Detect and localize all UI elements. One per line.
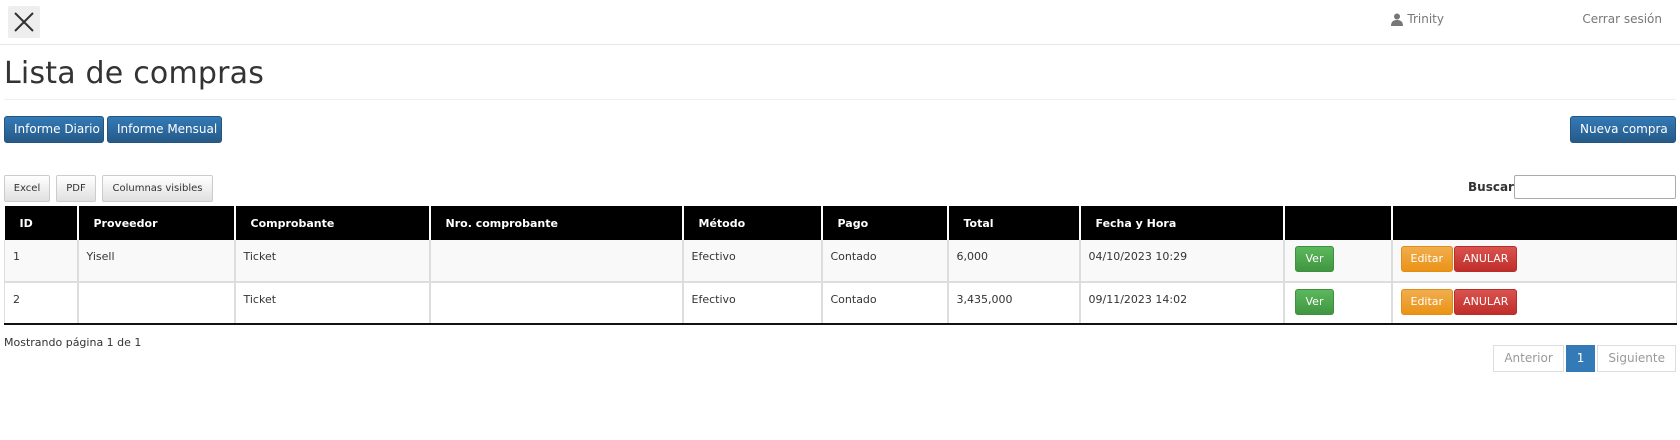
cell-proveedor	[77, 282, 236, 325]
daily-report-button[interactable]: Informe Diario	[4, 116, 104, 143]
purchases-table: ID Proveedor Comprobante Nro. comprobant…	[4, 206, 1677, 325]
cell-acciones: Editar ANULAR	[1391, 240, 1677, 283]
cell-fecha-hora: 04/10/2023 10:29	[1079, 240, 1285, 283]
column-header-nro-comprobante[interactable]: Nro. comprobante	[429, 206, 684, 240]
cell-id: 2	[4, 282, 79, 325]
column-header-ver	[1283, 206, 1393, 240]
table-row: 1 Yisell Ticket Efectivo Contado 6,000 0…	[4, 240, 1677, 283]
title-divider	[4, 99, 1676, 100]
view-button[interactable]: Ver	[1294, 246, 1335, 272]
cell-id: 1	[4, 240, 79, 283]
column-header-fecha-hora[interactable]: Fecha y Hora	[1079, 206, 1285, 240]
new-purchase-button[interactable]: Nueva compra	[1570, 116, 1676, 143]
cell-acciones: Editar ANULAR	[1391, 282, 1677, 325]
edit-button[interactable]: Editar	[1400, 246, 1454, 272]
search-input[interactable]	[1514, 175, 1676, 199]
column-header-comprobante[interactable]: Comprobante	[234, 206, 431, 240]
user-menu[interactable]: Trinity	[1391, 12, 1444, 26]
monthly-report-button[interactable]: Informe Mensual	[107, 116, 222, 143]
column-header-total[interactable]: Total	[947, 206, 1081, 240]
cell-proveedor: Yisell	[77, 240, 236, 283]
column-header-acciones	[1391, 206, 1677, 240]
page-title: Lista de compras	[4, 56, 265, 91]
export-excel-button[interactable]: Excel	[4, 175, 50, 202]
top-navbar: Trinity Cerrar sesión	[0, 0, 1680, 45]
close-icon	[14, 12, 34, 32]
cell-pago: Contado	[821, 282, 949, 325]
cell-comprobante: Ticket	[234, 240, 431, 283]
cell-pago: Contado	[821, 240, 949, 283]
visible-columns-button[interactable]: Columnas visibles	[102, 175, 213, 202]
edit-button[interactable]: Editar	[1400, 289, 1454, 315]
cell-ver: Ver	[1283, 240, 1393, 283]
next-page-button[interactable]: Siguiente	[1597, 345, 1676, 372]
cell-nro-comprobante	[429, 282, 684, 325]
cell-ver: Ver	[1283, 282, 1393, 325]
search-label: Buscar	[1468, 180, 1514, 194]
cell-total: 6,000	[947, 240, 1081, 283]
export-pdf-button[interactable]: PDF	[56, 175, 96, 202]
cell-fecha-hora: 09/11/2023 14:02	[1079, 282, 1285, 325]
previous-page-button[interactable]: Anterior	[1493, 345, 1564, 372]
cancel-purchase-button[interactable]: ANULAR	[1454, 289, 1518, 315]
pagination: Anterior 1 Siguiente	[1493, 345, 1676, 372]
cell-metodo: Efectivo	[682, 282, 823, 325]
cell-metodo: Efectivo	[682, 240, 823, 283]
table-row: 2 Ticket Efectivo Contado 3,435,000 09/1…	[4, 282, 1677, 325]
user-name: Trinity	[1407, 12, 1444, 26]
close-button[interactable]	[8, 6, 40, 38]
cell-total: 3,435,000	[947, 282, 1081, 325]
view-button[interactable]: Ver	[1294, 289, 1335, 315]
table-header-row: ID Proveedor Comprobante Nro. comprobant…	[4, 206, 1677, 240]
user-icon	[1391, 13, 1404, 26]
column-header-metodo[interactable]: Método	[682, 206, 823, 240]
cell-comprobante: Ticket	[234, 282, 431, 325]
cancel-purchase-button[interactable]: ANULAR	[1454, 246, 1518, 272]
cell-nro-comprobante	[429, 240, 684, 283]
column-header-pago[interactable]: Pago	[821, 206, 949, 240]
pagination-info: Mostrando página 1 de 1	[4, 336, 142, 349]
column-header-proveedor[interactable]: Proveedor	[77, 206, 236, 240]
logout-link[interactable]: Cerrar sesión	[1582, 12, 1662, 26]
column-header-id[interactable]: ID	[4, 206, 79, 240]
page-button-current[interactable]: 1	[1565, 345, 1596, 372]
